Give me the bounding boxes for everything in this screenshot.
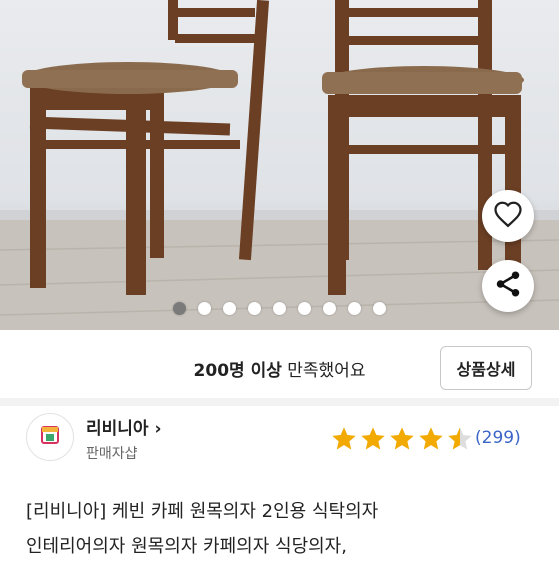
pagination-dot[interactable] xyxy=(298,302,311,315)
seller-type: 판매자샵 xyxy=(86,446,138,462)
chairs-photo xyxy=(0,0,559,330)
chevron-right-icon: › xyxy=(154,419,162,439)
satisfaction-label: 만족했어요 xyxy=(281,361,366,381)
star-icon xyxy=(359,425,387,457)
share-button[interactable] xyxy=(482,260,534,312)
store-icon xyxy=(38,423,62,451)
pagination-dot[interactable] xyxy=(373,302,386,315)
image-pagination[interactable] xyxy=(0,302,559,320)
product-title-line: [리비니아] 케빈 카페 원목의자 2인용 식탁의자 xyxy=(26,501,379,522)
pagination-dot[interactable] xyxy=(273,302,286,315)
pagination-dot[interactable] xyxy=(173,302,186,315)
star-icon xyxy=(417,425,445,457)
pagination-dot[interactable] xyxy=(223,302,236,315)
star-icon xyxy=(330,425,358,457)
pagination-dot[interactable] xyxy=(198,302,211,315)
satisfaction-count: 200명 이상 xyxy=(193,361,282,381)
share-icon xyxy=(493,269,523,303)
wishlist-button[interactable] xyxy=(482,190,534,242)
half-star-icon xyxy=(446,425,474,457)
heart-icon xyxy=(493,200,523,232)
section-divider xyxy=(0,398,559,406)
product-detail-button[interactable]: 상품상세 xyxy=(440,346,532,390)
pagination-dot[interactable] xyxy=(323,302,336,315)
pagination-dot[interactable] xyxy=(248,302,261,315)
seller-link[interactable]: 리비니아 › xyxy=(86,414,162,439)
star-icon xyxy=(388,425,416,457)
seller-name: 리비니아 xyxy=(86,419,149,439)
pagination-dot[interactable] xyxy=(348,302,361,315)
product-title: [리비니아] 케빈 카페 원목의자 2인용 식탁의자 인테리어의자 원목의자 카… xyxy=(26,494,546,564)
seller-logo[interactable] xyxy=(26,413,74,461)
review-count-link[interactable]: (299) xyxy=(475,428,521,448)
rating-stars xyxy=(330,425,474,457)
product-image[interactable] xyxy=(0,0,559,330)
